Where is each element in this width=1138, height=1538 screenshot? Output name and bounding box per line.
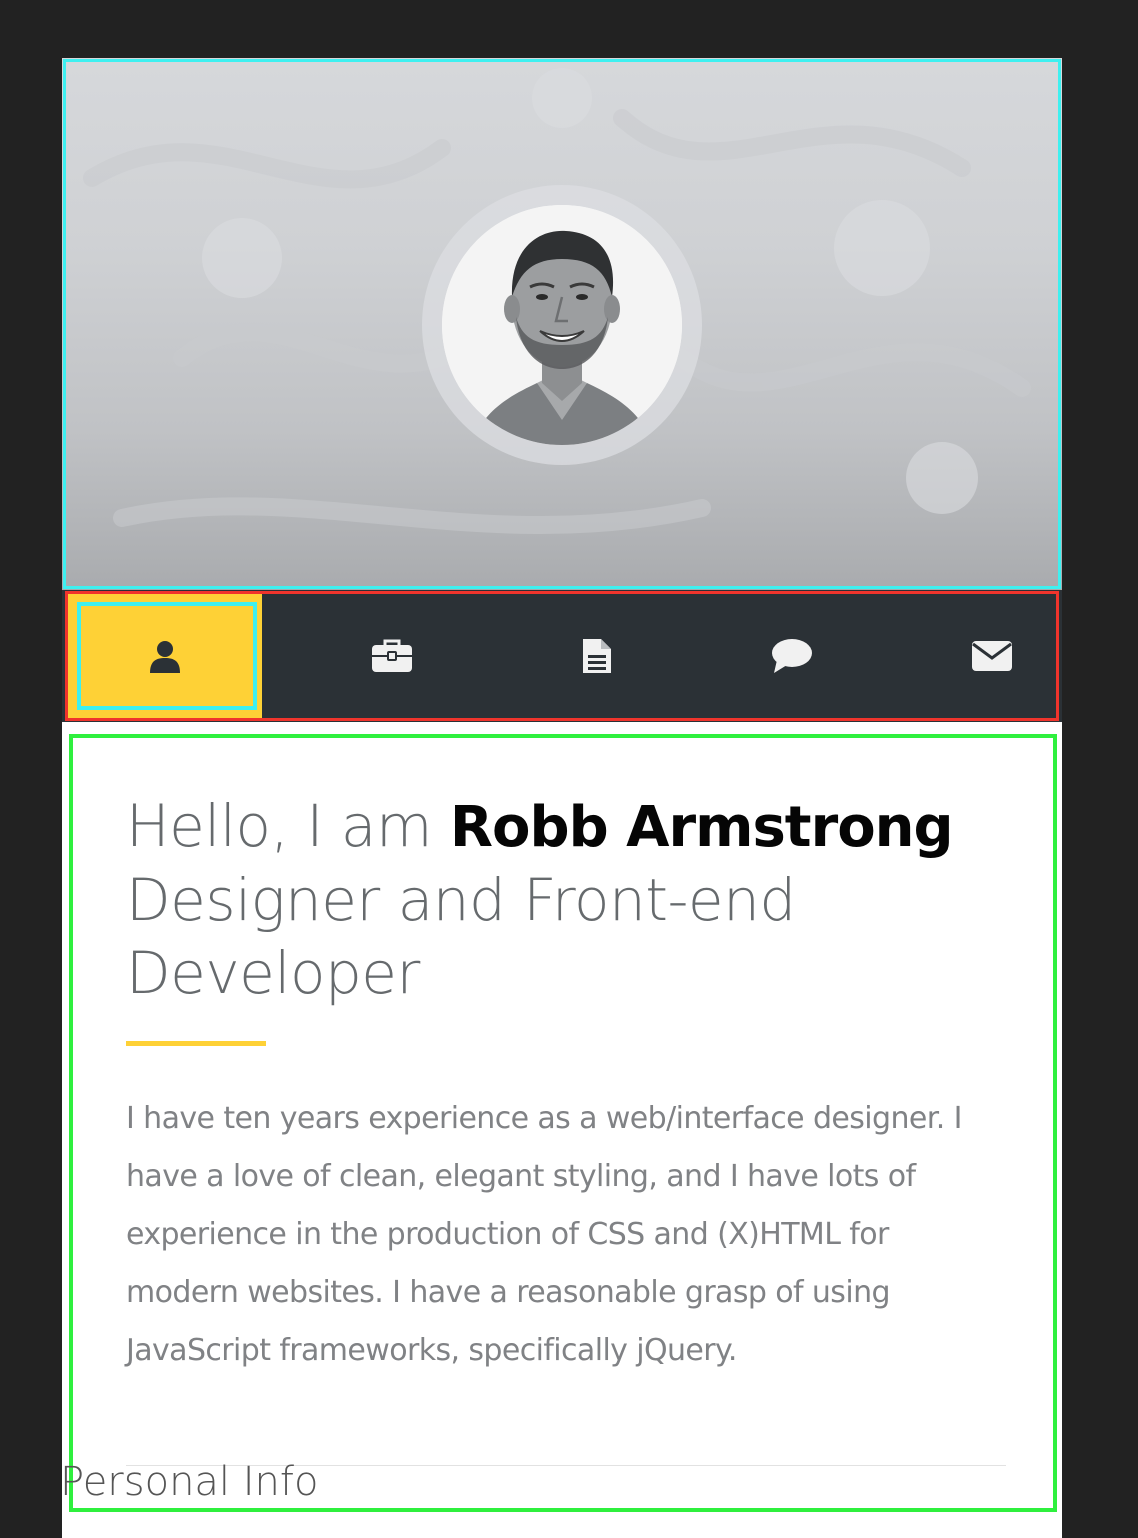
- bio-paragraph: I have ten years experience as a web/int…: [126, 1101, 962, 1368]
- nav-tab-resume[interactable]: [497, 594, 697, 718]
- avatar-portrait-image: [442, 205, 682, 445]
- avatar: [442, 205, 682, 445]
- person-name: Robb Armstrong: [449, 795, 954, 860]
- speech-bubble-icon: [772, 639, 812, 673]
- avatar-ring: [422, 185, 702, 465]
- nav-tab-testimonials[interactable]: [692, 594, 892, 718]
- section-nav-bar: [62, 590, 1062, 722]
- hero-header: [62, 58, 1062, 590]
- greeting-text: Hello, I am: [126, 792, 450, 860]
- headline-accent-divider: [126, 1041, 266, 1046]
- envelope-icon: [972, 641, 1012, 671]
- document-icon: [583, 639, 611, 673]
- nav-tab-contact[interactable]: [892, 594, 1062, 718]
- intro-headline: Hello, I am Robb Armstrong Designer and F…: [126, 790, 1006, 1010]
- briefcase-icon: [372, 639, 412, 672]
- about-content-panel: Hello, I am Robb Armstrong Designer and F…: [69, 734, 1057, 1512]
- nav-tab-portfolio[interactable]: [292, 594, 492, 718]
- personal-info-heading: Personal Info: [60, 1459, 319, 1505]
- user-icon: [149, 641, 180, 673]
- profile-page: Hello, I am Robb Armstrong Designer and F…: [62, 58, 1062, 1538]
- nav-tab-about[interactable]: [67, 594, 262, 718]
- role-text: Designer and Front-end Developer: [126, 866, 796, 1007]
